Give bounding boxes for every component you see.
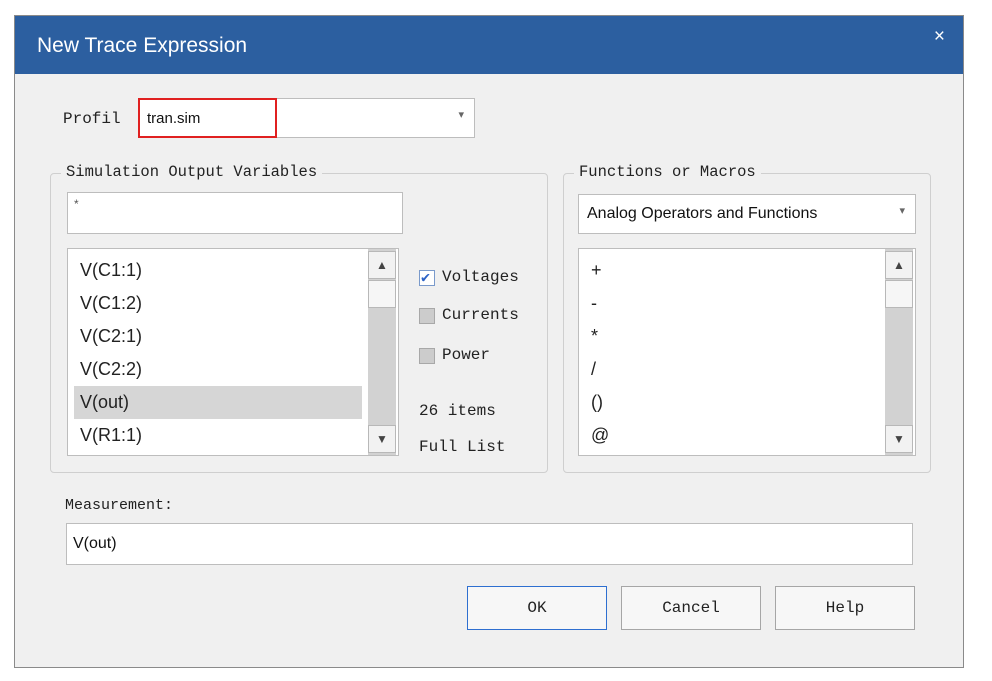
currents-label: Currents <box>442 306 519 324</box>
variables-scrollbar[interactable]: ▲ ▼ <box>368 249 396 455</box>
functions-group-legend: Functions or Macros <box>574 163 761 181</box>
chevron-down-icon[interactable]: ▾ <box>899 204 905 217</box>
list-item[interactable]: V(C2:2) <box>74 353 362 386</box>
list-item-selected[interactable]: V(out) <box>74 386 362 419</box>
simulation-group-legend: Simulation Output Variables <box>61 163 323 181</box>
functions-category-value: Analog Operators and Functions <box>587 205 818 222</box>
ok-button[interactable]: OK <box>467 586 607 630</box>
checkbox-unchecked-icon <box>419 348 435 364</box>
profile-highlight-box <box>138 98 277 138</box>
title-bar[interactable]: New Trace Expression × <box>15 16 963 74</box>
variable-filter-input[interactable]: * <box>67 192 403 234</box>
scrollbar-thumb[interactable] <box>368 280 396 308</box>
checkbox-unchecked-icon <box>419 308 435 324</box>
scroll-up-icon[interactable]: ▲ <box>885 251 913 279</box>
list-item[interactable]: V(R1:1) <box>74 419 362 452</box>
chevron-down-icon[interactable]: ▾ <box>458 108 464 121</box>
dialog-title: New Trace Expression <box>37 34 248 57</box>
measurement-label: Measurement: <box>65 497 174 514</box>
profile-label: Profil <box>63 110 121 128</box>
list-item[interactable]: () <box>585 386 875 419</box>
list-item[interactable]: + <box>585 254 875 287</box>
scroll-down-icon[interactable]: ▼ <box>885 425 913 453</box>
measurement-value: V(out) <box>73 535 117 552</box>
item-count: 26 items <box>419 402 496 420</box>
functions-list[interactable]: + - * / () @ ▲ ▼ <box>578 248 916 456</box>
scroll-up-icon[interactable]: ▲ <box>368 251 396 279</box>
list-item[interactable]: - <box>585 287 875 320</box>
simulation-variables-list[interactable]: V(C1:1) V(C1:2) V(C2:1) V(C2:2) V(out) V… <box>67 248 399 456</box>
checkbox-checked-icon <box>419 268 435 287</box>
cancel-button[interactable]: Cancel <box>621 586 761 630</box>
measurement-input[interactable]: V(out) <box>66 523 913 565</box>
list-item[interactable]: V(C1:2) <box>74 287 362 320</box>
close-icon[interactable]: × <box>934 26 945 48</box>
scrollbar-thumb[interactable] <box>885 280 913 308</box>
list-item[interactable]: @ <box>585 419 875 452</box>
filter-value: * <box>74 197 79 211</box>
simulation-output-variables-group: Simulation Output Variables * V(C1:1) V(… <box>50 163 548 473</box>
list-item[interactable]: V(C2:1) <box>74 320 362 353</box>
functions-scrollbar[interactable]: ▲ ▼ <box>885 249 913 455</box>
functions-category-dropdown[interactable]: Analog Operators and Functions ▾ <box>578 194 916 234</box>
scroll-down-icon[interactable]: ▼ <box>368 425 396 453</box>
functions-macros-group: Functions or Macros Analog Operators and… <box>563 163 931 473</box>
help-button[interactable]: Help <box>775 586 915 630</box>
power-label: Power <box>442 346 491 364</box>
list-item[interactable]: * <box>585 320 875 353</box>
new-trace-expression-dialog: New Trace Expression × Profil tran.sim ▾… <box>14 15 964 668</box>
voltages-label: Voltages <box>442 268 519 286</box>
list-item[interactable]: / <box>585 353 875 386</box>
list-item[interactable]: V(C1:1) <box>74 254 362 287</box>
full-list-label: Full List <box>419 438 506 456</box>
